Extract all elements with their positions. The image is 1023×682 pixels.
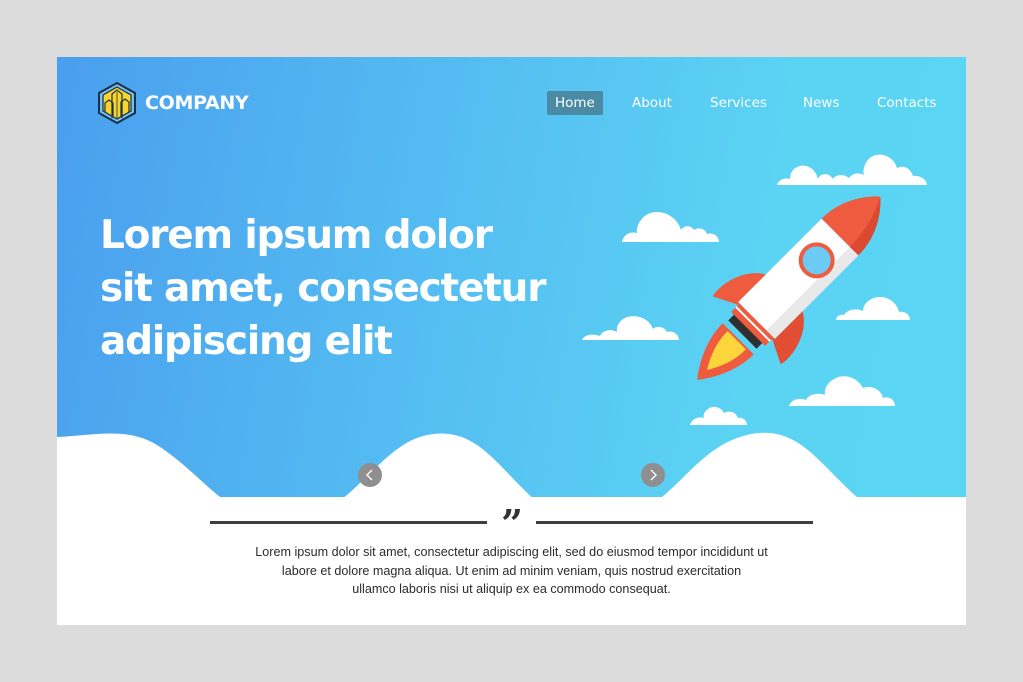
divider-line — [536, 521, 813, 524]
headline-line: Lorem ipsum dolor — [100, 213, 493, 258]
divider-line — [210, 521, 487, 524]
quote-mark-icon: ” — [501, 501, 523, 546]
slider-next-button[interactable] — [641, 463, 665, 487]
chevron-right-icon — [650, 469, 657, 481]
nav-item-about[interactable]: About — [632, 91, 672, 115]
landing-page-card: COMPANY Home About Services News Contact… — [57, 57, 966, 625]
hero-headline: Lorem ipsum dolor sit amet, consectetur … — [100, 209, 580, 368]
testimonial-line: ullamco laboris nisi ut aliquip ex ea co… — [352, 582, 671, 596]
nav-item-services[interactable]: Services — [710, 91, 767, 115]
main-nav: Home About Services News Contacts — [57, 91, 966, 115]
testimonial-text: Lorem ipsum dolor sit amet, consectetur … — [157, 543, 866, 599]
nav-item-news[interactable]: News — [803, 91, 839, 115]
testimonial-line: labore et dolore magna aliqua. Ut enim a… — [281, 563, 742, 578]
headline-line: sit amet, consectetur — [100, 266, 546, 311]
headline-line: adipiscing elit — [100, 319, 393, 364]
slider-prev-button[interactable] — [358, 463, 382, 487]
testimonial-divider: ” — [210, 505, 813, 543]
nav-item-contacts[interactable]: Contacts — [877, 91, 937, 115]
chevron-left-icon — [366, 469, 373, 481]
nav-item-home[interactable]: Home — [547, 91, 603, 115]
testimonial-line: Lorem ipsum dolor sit amet, consectetur … — [255, 545, 768, 559]
